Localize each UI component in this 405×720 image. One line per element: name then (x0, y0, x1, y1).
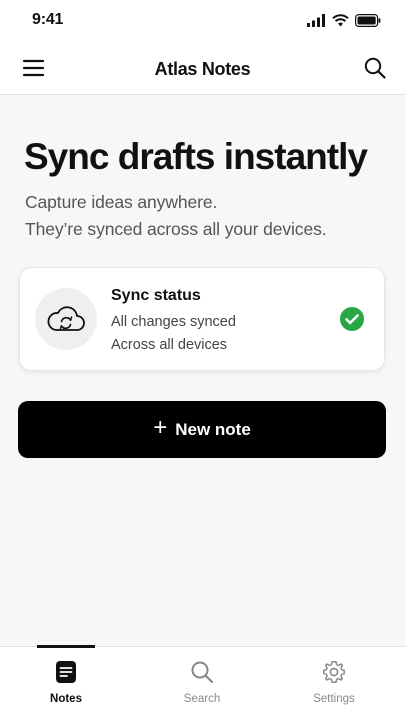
cloud-sync-icon (47, 306, 85, 331)
search-icon (191, 661, 214, 684)
tab-settings-label: Settings (313, 693, 355, 705)
gear-icon (323, 661, 345, 683)
new-note-button[interactable]: + New note (18, 401, 386, 458)
menu-button[interactable] (22, 56, 46, 80)
hero-subtitle-line1: Capture ideas anywhere. (25, 192, 218, 212)
plus-icon: + (153, 414, 168, 441)
app-header: Atlas Notes (0, 44, 405, 95)
wifi-icon (332, 13, 349, 26)
menu-icon (22, 59, 45, 77)
tab-search-label: Search (183, 693, 221, 705)
sync-status-title: Sync status (111, 287, 201, 304)
page-title: Sync drafts instantly (24, 136, 368, 177)
check-circle-icon (340, 307, 364, 331)
sync-status-scope: Across all devices (111, 337, 228, 353)
app-title: Atlas Notes (154, 58, 251, 79)
sync-status-card: Sync status All changes synced Across al… (19, 267, 385, 371)
status-time: 9:41 (32, 11, 64, 28)
signal-icon (307, 13, 325, 27)
note-icon (56, 661, 76, 683)
search-icon (364, 57, 386, 79)
bottom-tab-bar: Notes Search Settings (0, 645, 405, 720)
new-note-label: New note (175, 419, 251, 439)
tab-notes-label: Notes (50, 693, 82, 705)
cloud-icon-container (35, 288, 97, 350)
sync-status-detail: All changes synced (111, 314, 236, 330)
tab-notes[interactable]: Notes (16, 647, 116, 720)
battery-icon (355, 13, 381, 27)
tab-settings[interactable]: Settings (284, 647, 384, 720)
hero-subtitle-line2: They’re synced across all your devices. (25, 219, 327, 239)
search-button[interactable] (363, 56, 387, 80)
tab-search[interactable]: Search (152, 647, 252, 720)
status-bar: 9:41 (0, 0, 405, 44)
status-icons (307, 13, 381, 27)
